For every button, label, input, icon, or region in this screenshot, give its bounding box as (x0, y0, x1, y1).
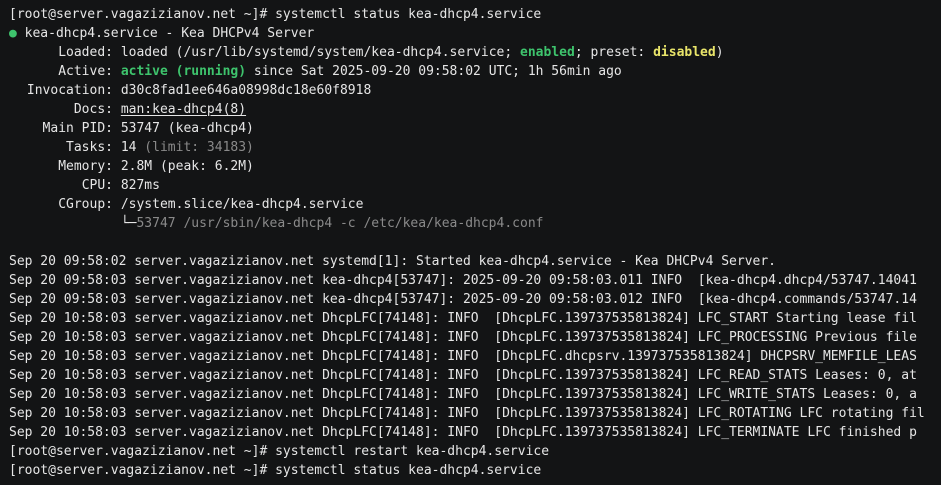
memory-label: Memory: (58, 159, 113, 174)
prompt-line-3[interactable]: [root@server.vagazizianov.net ~]# system… (9, 461, 941, 480)
service-header: kea-dhcp4.service - Kea DHCPv4 Server (24, 26, 315, 41)
log-line: Sep 20 10:58:03 server.vagazizianov.net … (9, 425, 917, 440)
terminal-window[interactable]: [root@server.vagazizianov.net ~]# system… (0, 0, 941, 485)
command-text: systemctl status kea-dhcp4.service (275, 7, 542, 22)
memory-line: Memory: 2.8M (peak: 6.2M) (9, 157, 941, 176)
invocation-line: Invocation: d30c8fad1ee646a08998dc18e60f… (9, 81, 941, 100)
loaded-separator: ; (504, 45, 521, 60)
prompt-line-2: [root@server.vagazizianov.net ~]# system… (9, 442, 941, 461)
cpu-label: CPU: (81, 178, 113, 193)
docs-line: Docs: man:kea-dhcp4(8) (9, 100, 941, 119)
command-text: systemctl restart kea-dhcp4.service (275, 444, 550, 459)
active-since: since Sat 2025-09-20 09:58:02 UTC; 1h 56… (246, 64, 622, 79)
main-pid-line: Main PID: 53747 (kea-dhcp4) (9, 119, 941, 138)
invocation-id: d30c8fad1ee646a08998dc18e60f8918 (120, 83, 372, 98)
shell-prompt: [root@server.vagazizianov.net ~]# (9, 7, 276, 22)
tasks-line: Tasks: 14 (limit: 34183) (9, 138, 941, 157)
log-line: Sep 20 10:58:03 server.vagazizianov.net … (9, 311, 917, 326)
prompt-line-1: [root@server.vagazizianov.net ~]# system… (9, 5, 941, 24)
loaded-line: Loaded: loaded (/usr/lib/systemd/system/… (9, 43, 941, 62)
loaded-suffix: ) (715, 45, 724, 60)
active-label: Active: (58, 64, 113, 79)
active-state: active (running) (120, 64, 247, 79)
cgroup-process: 53747 /usr/sbin/kea-dhcp4 -c /etc/kea/ke… (136, 216, 544, 231)
memory-value: 2.8M (peak: 6.2M) (120, 159, 254, 174)
cgroup-value: /system.slice/kea-dhcp4.service (120, 197, 364, 212)
log-line: Sep 20 10:58:03 server.vagazizianov.net … (9, 406, 925, 421)
log-line: Sep 20 10:58:03 server.vagazizianov.net … (9, 349, 917, 364)
shell-prompt: [root@server.vagazizianov.net ~]# (9, 444, 276, 459)
log-line: Sep 20 09:58:02 server.vagazizianov.net … (9, 254, 777, 269)
log-line: Sep 20 09:58:03 server.vagazizianov.net … (9, 292, 917, 307)
cpu-line: CPU: 827ms (9, 176, 941, 195)
tasks-label: Tasks: (66, 140, 113, 155)
tasks-value: 14 (120, 140, 137, 155)
enabled-state: enabled (520, 45, 575, 60)
tree-branch-icon: └─ (120, 216, 137, 231)
command-input[interactable]: systemctl status kea-dhcp4.service (275, 463, 541, 478)
cgroup-label: CGroup: (58, 197, 113, 212)
log-line: Sep 20 09:58:03 server.vagazizianov.net … (9, 273, 917, 288)
active-line: Active: active (running) since Sat 2025-… (9, 62, 941, 81)
main-pid-value: 53747 (kea-dhcp4) (120, 121, 254, 136)
docs-label: Docs: (73, 102, 113, 117)
active-status-dot-icon: ● (9, 26, 17, 41)
service-header-line: ● kea-dhcp4.service - Kea DHCPv4 Server (9, 24, 941, 43)
cgroup-line: CGroup: /system.slice/kea-dhcp4.service (9, 195, 941, 214)
main-pid-label: Main PID: (42, 121, 113, 136)
cgroup-process-line: └─53747 /usr/sbin/kea-dhcp4 -c /etc/kea/… (9, 214, 941, 233)
cpu-value: 827ms (120, 178, 160, 193)
unit-file-path: /usr/lib/systemd/system/kea-dhcp4.servic… (183, 45, 505, 60)
log-line: Sep 20 10:58:03 server.vagazizianov.net … (9, 387, 917, 402)
tasks-limit: (limit: 34183) (136, 140, 254, 155)
docs-link[interactable]: man:kea-dhcp4(8) (121, 102, 246, 117)
loaded-prefix: loaded ( (120, 45, 184, 60)
log-line: Sep 20 10:58:03 server.vagazizianov.net … (9, 368, 917, 383)
shell-prompt: [root@server.vagazizianov.net ~]# (9, 463, 276, 478)
preset-state: disabled (653, 45, 716, 60)
invocation-label: Invocation: (26, 83, 113, 98)
preset-label: ; preset: (574, 45, 654, 60)
log-line: Sep 20 10:58:03 server.vagazizianov.net … (9, 330, 917, 345)
loaded-label: Loaded: (58, 45, 113, 60)
